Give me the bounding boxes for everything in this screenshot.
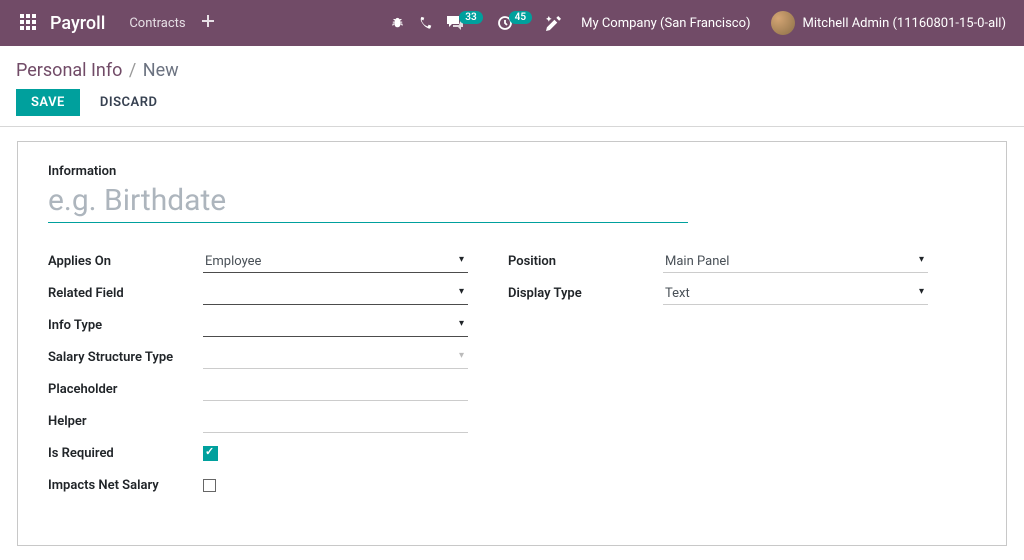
position-label: Position (508, 254, 663, 269)
activities-badge: 45 (509, 11, 532, 24)
discard-button[interactable]: DISCARD (90, 89, 168, 116)
impacts-net-checkbox[interactable] (203, 479, 216, 492)
related-field-label: Related Field (48, 286, 203, 301)
breadcrumb-current: New (143, 60, 179, 81)
display-type-label: Display Type (508, 286, 663, 301)
clock-icon[interactable]: 45 (497, 15, 532, 31)
info-type-select[interactable] (203, 315, 468, 337)
menu-contracts[interactable]: Contracts (129, 16, 185, 31)
display-type-select[interactable] (663, 283, 928, 305)
right-column: Position ▾ Display Type ▾ (508, 249, 928, 505)
app-brand[interactable]: Payroll (50, 13, 105, 34)
apps-icon[interactable] (20, 14, 38, 32)
user-name: Mitchell Admin (11160801-15-0-all) (803, 16, 1006, 31)
top-navbar: Payroll Contracts 33 45 My Company (San … (0, 0, 1024, 46)
phone-icon[interactable] (419, 16, 433, 30)
tools-icon[interactable] (546, 16, 561, 31)
related-field-select[interactable] (203, 283, 468, 305)
helper-label: Helper (48, 414, 203, 429)
information-input[interactable] (48, 183, 688, 223)
title-label: Information (48, 164, 976, 179)
save-button[interactable]: SAVE (16, 89, 80, 116)
info-type-label: Info Type (48, 318, 203, 333)
is-required-label: Is Required (48, 446, 203, 461)
left-column: Applies On ▾ Related Field ▾ Info Type (48, 249, 468, 505)
is-required-checkbox[interactable] (203, 446, 218, 461)
company-selector[interactable]: My Company (San Francisco) (581, 16, 750, 31)
placeholder-label: Placeholder (48, 382, 203, 397)
messages-badge: 33 (459, 11, 482, 24)
salary-structure-type-select[interactable] (203, 347, 468, 369)
form-sheet: Information Applies On ▾ Related Field ▾ (17, 141, 1007, 546)
applies-on-label: Applies On (48, 254, 203, 269)
messages-icon[interactable]: 33 (447, 16, 482, 30)
impacts-net-label: Impacts Net Salary (48, 478, 203, 493)
position-select[interactable] (663, 251, 928, 273)
breadcrumb-parent[interactable]: Personal Info (16, 60, 122, 81)
systray: 33 45 (390, 15, 561, 31)
control-panel: Personal Info / New SAVE DISCARD (0, 46, 1024, 127)
salary-structure-type-label: Salary Structure Type (48, 350, 203, 365)
breadcrumb-sep: / (129, 60, 136, 81)
plus-icon[interactable] (202, 15, 214, 31)
avatar (771, 11, 795, 35)
applies-on-select[interactable] (203, 251, 468, 273)
helper-input[interactable] (203, 411, 468, 433)
placeholder-input[interactable] (203, 379, 468, 401)
form-background: Information Applies On ▾ Related Field ▾ (0, 127, 1024, 560)
user-menu[interactable]: Mitchell Admin (11160801-15-0-all) (771, 11, 1016, 35)
bug-icon[interactable] (390, 16, 405, 31)
breadcrumb: Personal Info / New (16, 60, 1008, 81)
